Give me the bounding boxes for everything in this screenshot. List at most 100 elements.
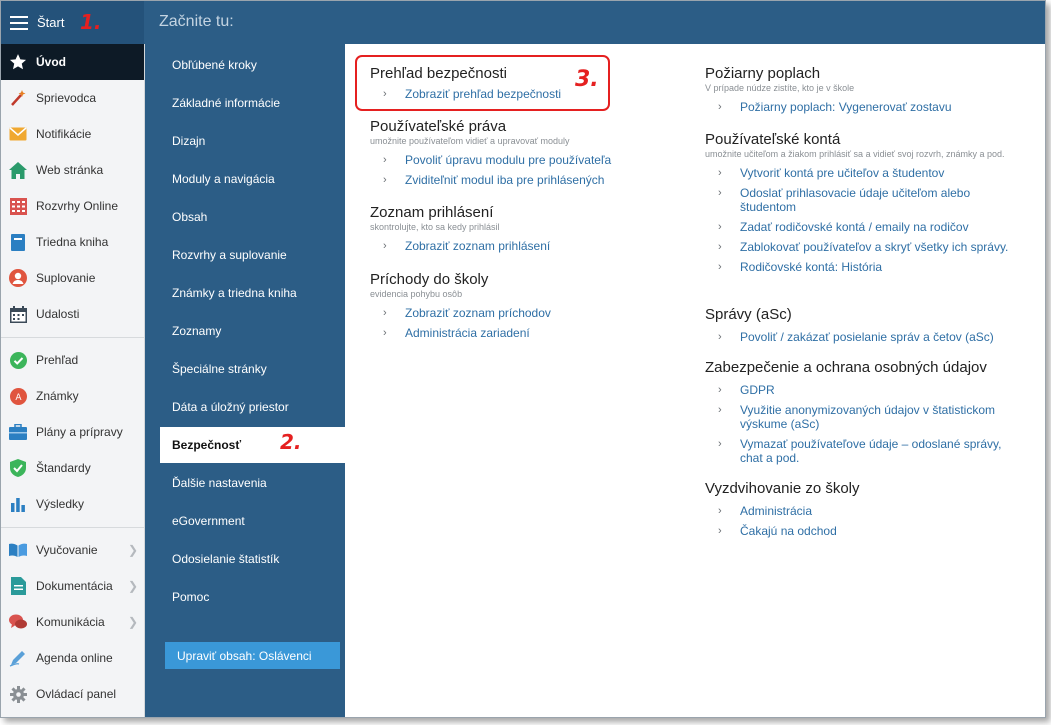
nav-item-zoznamy[interactable]: Zoznamy bbox=[160, 313, 345, 349]
main-sidebar: Úvod Sprievodca Notifikácie Web stránka bbox=[1, 44, 145, 717]
link-zobrazit-zoznam-prihlaseni[interactable]: › Zobraziť zoznam prihlásení bbox=[370, 239, 550, 253]
nav-item-znamky-a-triedna-kniha[interactable]: Známky a triedna kniha bbox=[160, 275, 345, 311]
sidebar-item-plany-a-pripravy[interactable]: Plány a prípravy bbox=[1, 414, 144, 450]
sidebar-item-standardy[interactable]: Štandardy bbox=[1, 450, 144, 486]
nav-item-specialne-stranky[interactable]: Špeciálne stránky bbox=[160, 351, 345, 387]
link-label: Vytvoriť kontá pre učiteľov a študentov bbox=[740, 166, 945, 180]
house-icon bbox=[9, 161, 27, 179]
nav-item-dizajn[interactable]: Dizajn bbox=[160, 123, 345, 159]
sidebar-item-vyucovanie[interactable]: Vyučovanie ❯ bbox=[1, 532, 144, 568]
nav-item-bezpecnost[interactable]: Bezpečnosť 2. bbox=[160, 427, 345, 463]
section-subtitle: evidencia pohybu osôb bbox=[370, 289, 463, 299]
open-book-icon bbox=[9, 541, 27, 559]
nav-item-label: Špeciálne stránky bbox=[172, 362, 267, 376]
section-title: Zabezpečenie a ochrana osobných údajov bbox=[705, 359, 987, 376]
sidebar-item-triedna-kniha[interactable]: Triedna kniha bbox=[1, 224, 144, 260]
section-spravy-asc: Správy (aSc) › Povoliť / zakázať posielan… bbox=[705, 306, 1025, 344]
section-pouzivatelske-konta: Používateľské kontá umožnite učiteľom a … bbox=[705, 131, 1025, 274]
sidebar-item-sprievodca[interactable]: Sprievodca bbox=[1, 80, 144, 116]
top-bar: Štart 1. Začnite tu: bbox=[1, 1, 1045, 44]
sidebar-item-komunikacia[interactable]: Komunikácia ❯ bbox=[1, 604, 144, 640]
link-label: Zadať rodičovské kontá / emaily na rodič… bbox=[740, 220, 969, 234]
sidebar-item-ovladaci-panel[interactable]: Ovládací panel bbox=[1, 676, 144, 712]
link-administracia-zariadeni[interactable]: › Administrácia zariadení bbox=[370, 326, 551, 340]
start-label: Štart bbox=[37, 15, 65, 30]
chevron-right-icon: › bbox=[718, 404, 722, 416]
nav-item-label: Odosielanie štatistík bbox=[172, 552, 280, 566]
nav-item-zakladne-informacie[interactable]: Základné informácie bbox=[160, 85, 345, 121]
calendar-icon bbox=[9, 305, 27, 323]
sidebar-item-agenda-online[interactable]: Agenda online bbox=[1, 640, 144, 676]
sidebar-item-label: Prehľad bbox=[36, 353, 79, 367]
sidebar-item-notifikacie[interactable]: Notifikácie bbox=[1, 116, 144, 152]
highlight-box bbox=[355, 55, 610, 111]
link-zablokovat-pouzivatelov[interactable]: › Zablokovať používateľov a skryť všetky … bbox=[705, 240, 1025, 254]
nav-item-label: Obľúbené kroky bbox=[172, 58, 257, 72]
sidebar-item-prehlad[interactable]: Prehľad bbox=[1, 342, 144, 378]
start-menu-button[interactable]: Štart bbox=[1, 1, 144, 44]
chevron-right-icon: › bbox=[718, 525, 722, 537]
sidebar-item-web-stranka[interactable]: Web stránka bbox=[1, 152, 144, 188]
sidebar-item-rozvrhy-online[interactable]: Rozvrhy Online bbox=[1, 188, 144, 224]
sidebar-item-udalosti[interactable]: Udalosti bbox=[1, 296, 144, 332]
chevron-right-icon: › bbox=[718, 438, 722, 450]
nav-item-moduly-a-navigacia[interactable]: Moduly a navigácia bbox=[160, 161, 345, 197]
nav-item-oblubene-kroky[interactable]: Obľúbené kroky bbox=[160, 47, 345, 83]
sidebar-item-znamky[interactable]: A Známky bbox=[1, 378, 144, 414]
link-gdpr[interactable]: › GDPR bbox=[705, 383, 1025, 397]
link-administracia[interactable]: › Administrácia bbox=[705, 504, 1025, 518]
sidebar-item-dokumentacia[interactable]: Dokumentácia ❯ bbox=[1, 568, 144, 604]
link-zobrazit-zoznam-prichodov[interactable]: › Zobraziť zoznam príchodov bbox=[370, 306, 551, 320]
sidebar-item-label: Ovládací panel bbox=[36, 687, 117, 701]
nav-item-egovernment[interactable]: eGovernment bbox=[160, 503, 345, 539]
link-poziarny-poplach-zostava[interactable]: › Požiarny poplach: Vygenerovať zostavu bbox=[705, 100, 1025, 114]
chevron-right-icon: › bbox=[718, 101, 722, 113]
link-cakaju-na-odchod[interactable]: › Čakajú na odchod bbox=[705, 524, 1025, 538]
link-odoslat-prihlasovacie-udaje[interactable]: › Odoslať prihlasovacie údaje učiteľom al… bbox=[705, 186, 1025, 214]
link-povolit-upravu-modulu[interactable]: › Povoliť úpravu modulu pre používateľa bbox=[370, 153, 611, 167]
link-vytvorit-konta[interactable]: › Vytvoriť kontá pre učiteľov a študentov bbox=[705, 166, 1025, 180]
sidebar-item-label: Agenda online bbox=[36, 651, 113, 665]
section-title: Požiarny poplach bbox=[705, 65, 821, 82]
section-subtitle: umožnite učiteľom a žiakom prihlásiť sa … bbox=[705, 149, 1005, 159]
sidebar-item-label: Dokumentácia bbox=[36, 579, 113, 593]
nav-item-data-a-ulozny-priestor[interactable]: Dáta a úložný priestor bbox=[160, 389, 345, 425]
security-content: Prehľad bezpečnosti › Zobraziť prehľad be… bbox=[345, 44, 1045, 717]
sidebar-item-uvod[interactable]: Úvod bbox=[1, 44, 144, 80]
link-vymazat-pouzivatelove-udaje[interactable]: › Vymazať používateľove údaje – odoslané … bbox=[705, 437, 1025, 465]
sidebar-item-label: Štandardy bbox=[36, 461, 91, 475]
link-label: GDPR bbox=[740, 383, 775, 397]
sidebar-item-vysledky[interactable]: Výsledky bbox=[1, 486, 144, 522]
nav-item-pomoc[interactable]: Pomoc bbox=[160, 579, 345, 615]
sidebar-item-label: Udalosti bbox=[36, 307, 80, 321]
chevron-right-icon: ❯ bbox=[127, 579, 138, 593]
link-label: Administrácia bbox=[740, 504, 813, 518]
nav-item-label: Ďalšie nastavenia bbox=[172, 476, 267, 490]
sidebar-item-suplovanie[interactable]: Suplovanie bbox=[1, 260, 144, 296]
section-title: Príchody do školy bbox=[370, 271, 489, 288]
annotation-step-2: 2. bbox=[280, 430, 302, 454]
link-anonymizovane-udaje[interactable]: › Využitie anonymizovaných údajov v štati… bbox=[705, 403, 1025, 431]
link-zviditelnit-modul[interactable]: › Zviditeľniť modul iba pre prihlásených bbox=[370, 173, 611, 187]
link-label: Povoliť / zakázať posielanie správ a čet… bbox=[740, 330, 994, 344]
link-label: Zobraziť zoznam príchodov bbox=[405, 306, 551, 320]
sidebar-item-label: Plány a prípravy bbox=[36, 425, 123, 439]
nav-item-odosielanie-statistik[interactable]: Odosielanie štatistík bbox=[160, 541, 345, 577]
chevron-right-icon: › bbox=[718, 221, 722, 233]
svg-text:A: A bbox=[15, 393, 22, 403]
link-zadat-rodicovske-konta[interactable]: › Zadať rodičovské kontá / emaily na rodi… bbox=[705, 220, 1025, 234]
star-icon bbox=[9, 53, 27, 71]
link-label: Odoslať prihlasovacie údaje učiteľom ale… bbox=[740, 186, 971, 214]
edit-content-button[interactable]: Upraviť obsah: Oslávenci bbox=[165, 642, 340, 669]
nav-item-rozvrhy-a-suplovanie[interactable]: Rozvrhy a suplovanie bbox=[160, 237, 345, 273]
section-title: Zoznam prihlásení bbox=[370, 204, 494, 221]
link-povolit-zakazat-spravy[interactable]: › Povoliť / zakázať posielanie správ a če… bbox=[705, 330, 1025, 344]
link-rodicovske-konta-historia[interactable]: › Rodičovské kontá: História bbox=[705, 260, 1025, 274]
nav-item-dalsie-nastavenia[interactable]: Ďalšie nastavenia bbox=[160, 465, 345, 501]
sidebar-item-label: Komunikácia bbox=[36, 615, 105, 629]
chevron-right-icon: › bbox=[718, 187, 722, 199]
nav-item-label: Moduly a navigácia bbox=[172, 172, 275, 186]
link-label: Zviditeľniť modul iba pre prihlásených bbox=[405, 173, 605, 187]
nav-item-label: Bezpečnosť bbox=[172, 438, 242, 452]
nav-item-obsah[interactable]: Obsah bbox=[160, 199, 345, 235]
